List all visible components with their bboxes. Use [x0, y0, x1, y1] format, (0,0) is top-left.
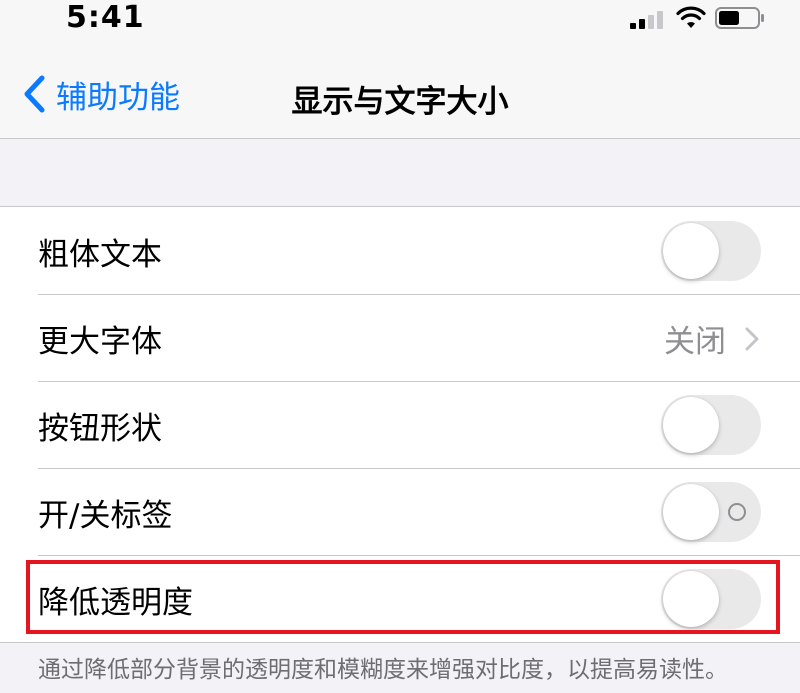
- bold-text-label: 粗体文本: [38, 237, 162, 273]
- status-bar: 5:41: [0, 0, 800, 44]
- on-off-labels-row: 开/关标签: [0, 468, 800, 555]
- reduce-transparency-toggle[interactable]: [661, 569, 761, 629]
- toggle-knob: [663, 223, 719, 279]
- toggle-knob: [663, 571, 719, 627]
- settings-list: 粗体文本 更大字体 关闭 按钮形状 开/关标签 降低透明度: [0, 206, 800, 643]
- larger-text-row[interactable]: 更大字体 关闭: [0, 294, 800, 381]
- toggle-knob: [663, 397, 719, 453]
- chevron-right-icon: [745, 327, 759, 350]
- bold-text-row: 粗体文本: [0, 207, 800, 294]
- button-shapes-toggle[interactable]: [661, 395, 761, 455]
- page-title: 显示与文字大小: [291, 84, 509, 120]
- navigation-bar: 辅助功能 显示与文字大小: [0, 44, 800, 139]
- off-indicator-icon: [728, 503, 746, 521]
- wifi-icon: [676, 6, 706, 28]
- on-off-labels-label: 开/关标签: [38, 498, 173, 534]
- button-shapes-row: 按钮形状: [0, 381, 800, 468]
- reduce-transparency-label: 降低透明度: [38, 585, 193, 621]
- button-shapes-label: 按钮形状: [38, 411, 162, 447]
- toggle-knob: [663, 484, 719, 540]
- cellular-signal-icon: [630, 9, 670, 29]
- bold-text-toggle[interactable]: [661, 221, 761, 281]
- status-time: 5:41: [66, 0, 145, 35]
- larger-text-value-group[interactable]: 关闭: [664, 316, 760, 361]
- larger-text-label: 更大字体: [38, 324, 162, 360]
- reduce-transparency-row: 降低透明度: [0, 555, 800, 642]
- on-off-labels-toggle[interactable]: [661, 482, 761, 542]
- reduce-transparency-footer: 通过降低部分背景的透明度和模糊度来增强对比度，以提高易读性。: [38, 657, 728, 683]
- larger-text-value: 关闭: [664, 324, 726, 360]
- battery-icon: [715, 7, 764, 29]
